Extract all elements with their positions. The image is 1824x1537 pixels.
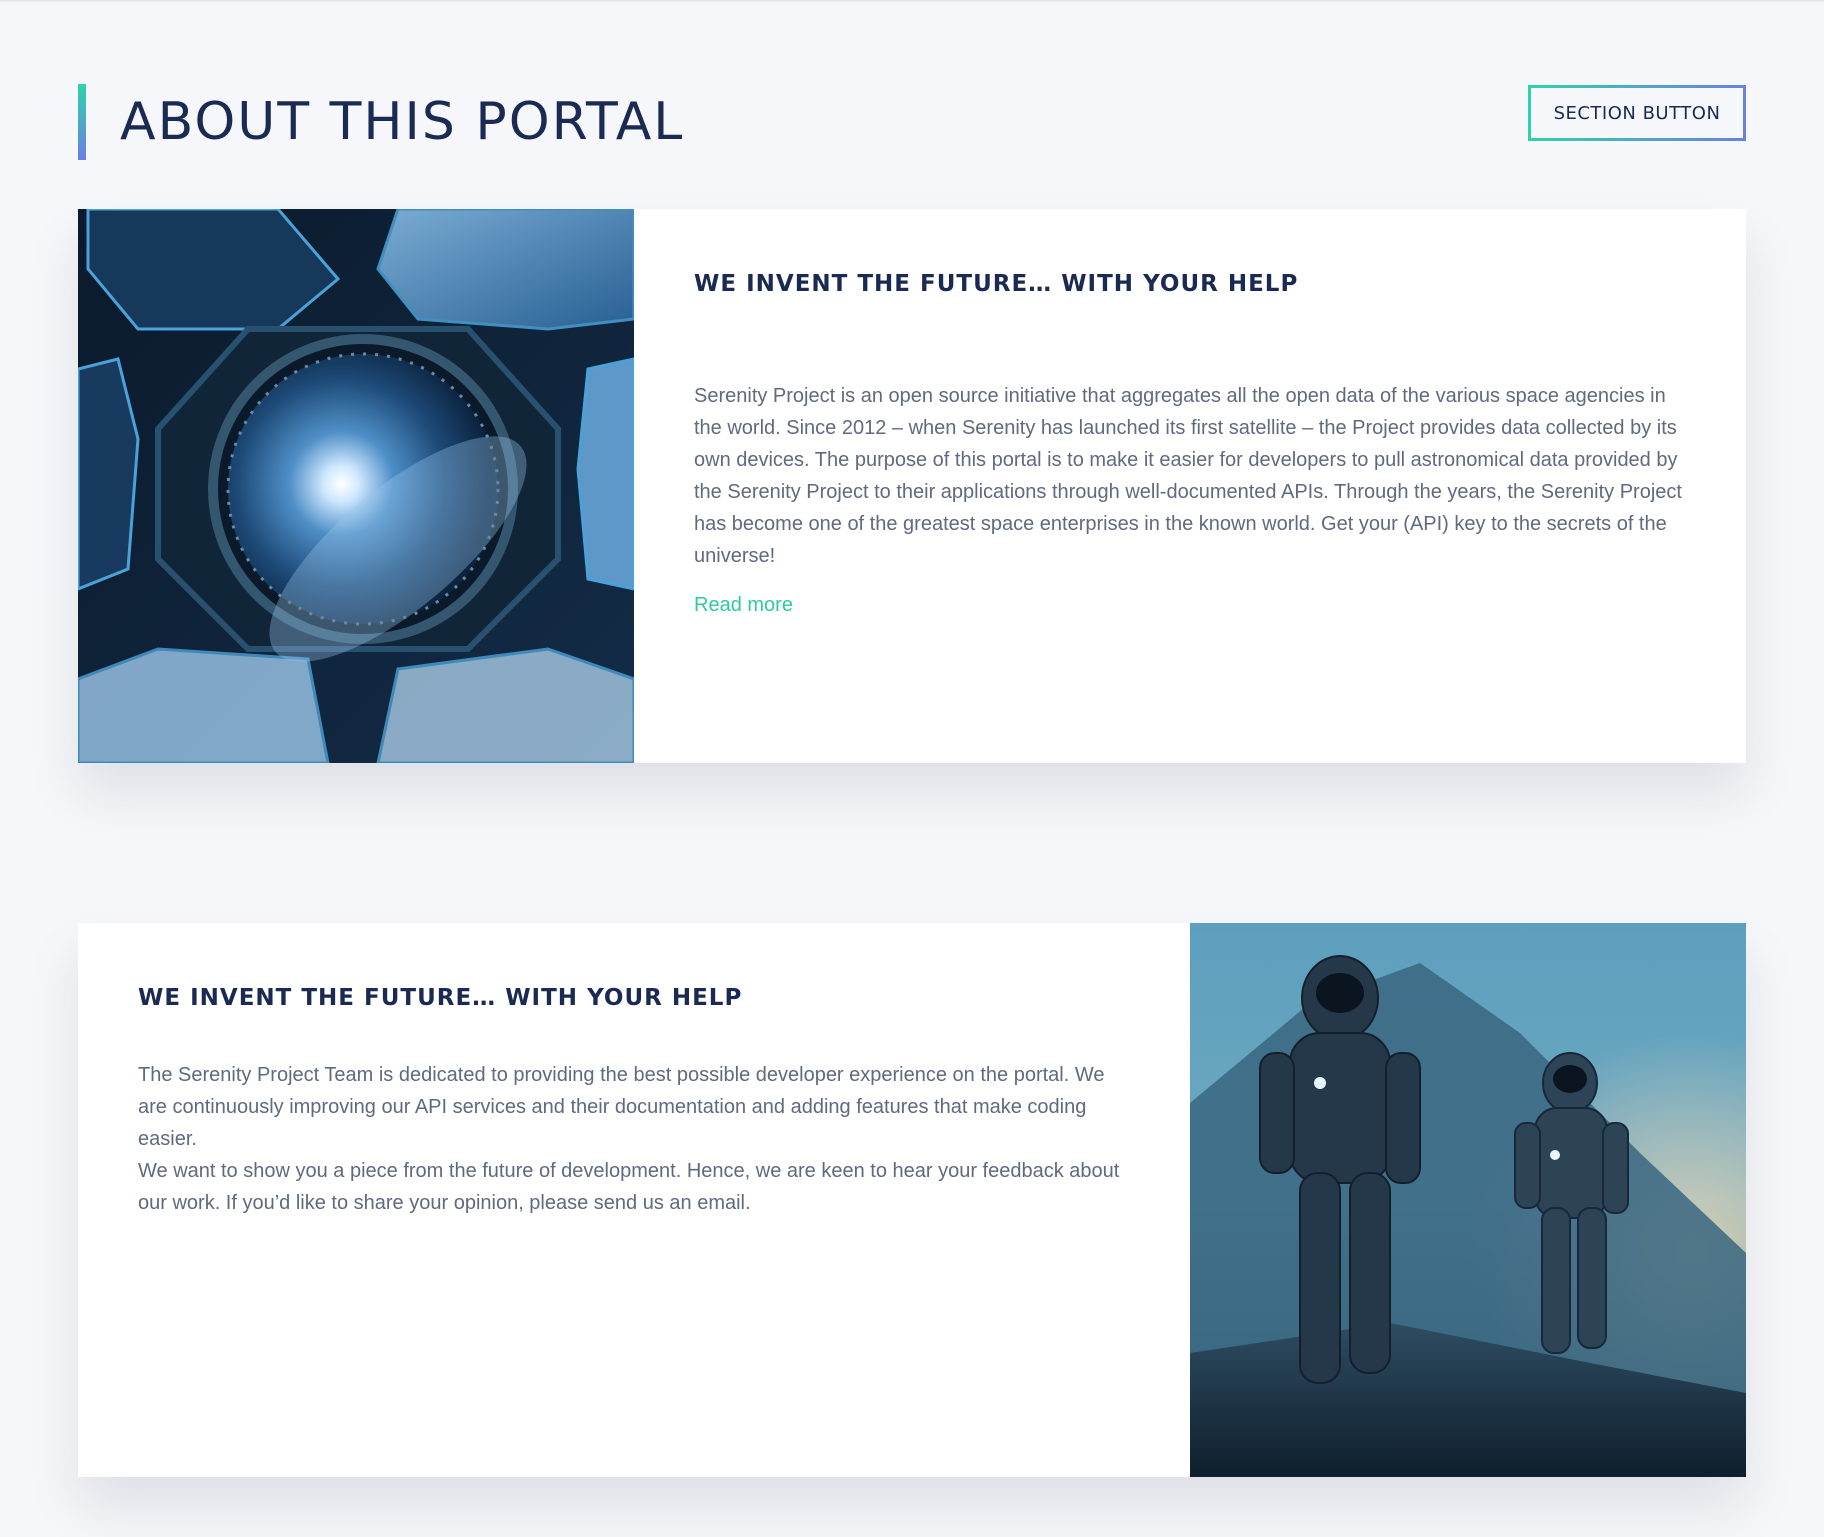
read-more-link[interactable]: Read more xyxy=(694,594,793,617)
card-1-paragraph: Serenity Project is an open source initi… xyxy=(694,385,1682,567)
card-1-body: Serenity Project is an open source initi… xyxy=(694,380,1686,572)
card-1-heading: WE INVENT THE FUTURE… WITH YOUR HELP xyxy=(694,271,1299,297)
title-accent-bar xyxy=(78,84,86,160)
top-divider xyxy=(0,0,1824,3)
card-2-paragraph-1: The Serenity Project Team is dedicated t… xyxy=(138,1064,1105,1150)
page-title: ABOUT THIS PORTAL xyxy=(120,92,685,152)
card-2-body: The Serenity Project Team is dedicated t… xyxy=(138,1059,1130,1219)
about-card-2: WE INVENT THE FUTURE… WITH YOUR HELP The… xyxy=(78,923,1746,1477)
card-2-heading: WE INVENT THE FUTURE… WITH YOUR HELP xyxy=(138,985,743,1011)
about-card-1: WE INVENT THE FUTURE… WITH YOUR HELP Ser… xyxy=(78,209,1746,763)
astronauts-image xyxy=(1190,923,1746,1477)
card-2-paragraph-2: We want to show you a piece from the fut… xyxy=(138,1160,1120,1214)
card-1-text: WE INVENT THE FUTURE… WITH YOUR HELP Ser… xyxy=(634,209,1746,763)
section-button[interactable]: SECTION BUTTON xyxy=(1528,85,1746,141)
space-station-window-image xyxy=(78,209,634,763)
card-2-text: WE INVENT THE FUTURE… WITH YOUR HELP The… xyxy=(78,923,1190,1477)
section-header: ABOUT THIS PORTAL xyxy=(78,84,684,160)
